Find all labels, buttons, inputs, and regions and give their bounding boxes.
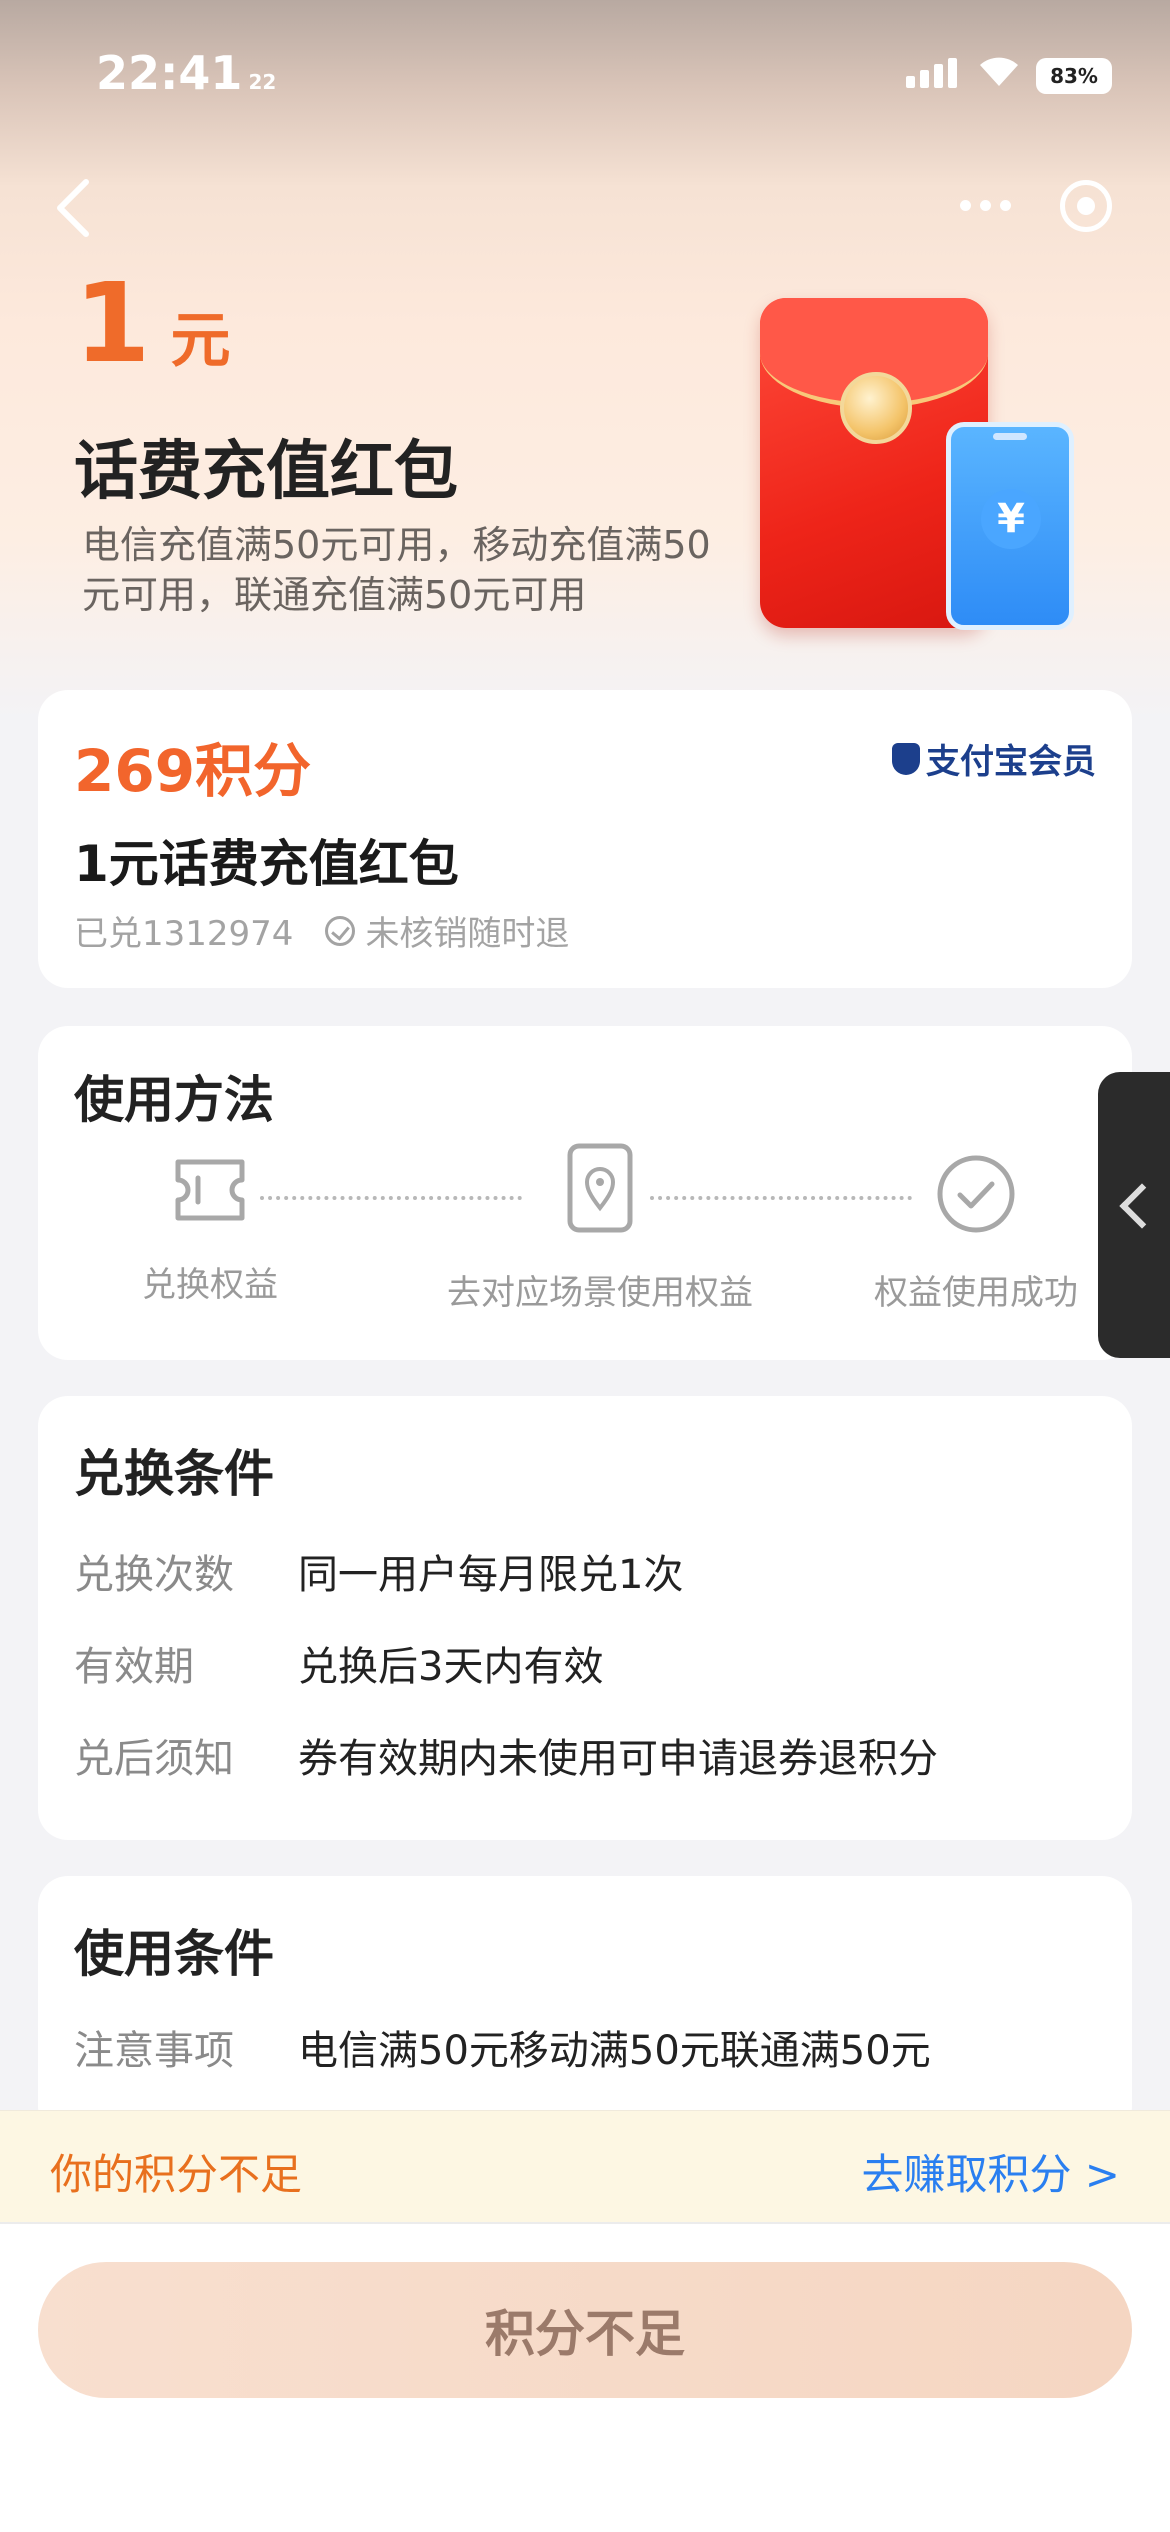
wifi-icon <box>980 57 1018 86</box>
condition-value: 同一用户每月限兑1次 <box>298 1552 684 1598</box>
condition-row: 有效期 兑换后3天内有效 <box>74 1634 603 1692</box>
condition-value: 兑换后3天内有效 <box>298 1644 604 1690</box>
phone-yen-icon: ¥ <box>946 422 1074 630</box>
product-meta: 已兑1312974 未核销随时退 <box>74 906 569 955</box>
hero-description: 电信充值满50元可用，移动充值满50元可用，联通充值满50元可用 <box>82 523 711 617</box>
refund-note-label: 未核销随时退 <box>365 914 570 954</box>
condition-key: 兑换次数 <box>74 1552 234 1598</box>
hero-amount: 1元 <box>74 268 231 379</box>
usage-method-title: 使用方法 <box>74 1071 274 1129</box>
more-icon[interactable] <box>960 190 1020 220</box>
step-use-scene: 去对应场景使用权益 <box>390 1142 810 1314</box>
status-bar: 22:41 22 83% <box>0 0 1170 150</box>
exchange-conditions-card: 兑换条件 兑换次数 同一用户每月限兑1次 有效期 兑换后3天内有效 兑后须知 券… <box>38 1396 1132 1840</box>
refund-note: 未核销随时退 <box>325 906 569 955</box>
insufficient-points-text: 你的积分不足 <box>50 2150 303 2199</box>
condition-row: 注意事项 电信满50元移动满50元联通满50元 <box>74 2018 931 2076</box>
phone-location-icon <box>567 1143 633 1233</box>
condition-value: 电信满50元移动满50元联通满50元 <box>298 2028 931 2074</box>
exchange-conditions-title: 兑换条件 <box>74 1445 274 1503</box>
insufficient-points-bar: 你的积分不足 去赚取积分 > <box>0 2110 1170 2222</box>
condition-key: 注意事项 <box>74 2028 234 2074</box>
condition-row: 兑换次数 同一用户每月限兑1次 <box>74 1542 683 1600</box>
usage-conditions-title: 使用条件 <box>74 1925 274 1983</box>
back-icon[interactable] <box>48 176 104 240</box>
summary-card: 269积分 支付宝会员 1元话费充值红包 已兑1312974 未核销随时退 <box>38 690 1132 988</box>
brand-label: 支付宝会员 <box>926 742 1096 782</box>
redeemed-count: 已兑1312974 <box>74 914 294 954</box>
check-circle-icon <box>937 1155 1015 1233</box>
step-redeem: 兑换权益 <box>80 1154 340 1306</box>
hero-amount-number: 1 <box>74 259 151 387</box>
product-name: 1元话费充值红包 <box>74 835 459 893</box>
signal-icon <box>906 58 957 88</box>
check-circle-icon <box>325 915 356 946</box>
close-target-icon[interactable] <box>1060 180 1112 232</box>
earn-points-link[interactable]: 去赚取积分 > <box>861 2141 1120 2202</box>
step-use-scene-label: 去对应场景使用权益 <box>447 1273 753 1313</box>
status-time: 22:41 22 <box>96 46 277 100</box>
side-drawer-handle[interactable] <box>1098 1072 1170 1358</box>
usage-method-card: 使用方法 兑换权益 去对应场景使用权益 权益使用成功 <box>38 1026 1132 1360</box>
hero-title: 话费充值红包 <box>74 435 458 509</box>
battery-indicator: 83% <box>1036 58 1112 94</box>
ticket-icon <box>175 1159 245 1221</box>
condition-key: 兑后须知 <box>74 1736 234 1782</box>
step-success-label: 权益使用成功 <box>874 1273 1078 1313</box>
brand-badge: 支付宝会员 <box>892 734 1096 783</box>
footer: 积分不足 <box>0 2222 1170 2532</box>
step-success: 权益使用成功 <box>854 1154 1098 1314</box>
redeem-button[interactable]: 积分不足 <box>38 2262 1132 2398</box>
hero-amount-unit: 元 <box>170 306 231 376</box>
condition-row: 兑后须知 券有效期内未使用可申请退券退积分 <box>74 1726 938 1784</box>
condition-key: 有效期 <box>74 1644 194 1690</box>
status-seconds: 22 <box>248 70 277 94</box>
alipay-member-icon <box>892 742 920 775</box>
points-price: 269积分 <box>74 737 312 805</box>
step-redeem-label: 兑换权益 <box>142 1265 278 1305</box>
condition-value: 券有效期内未使用可申请退券退积分 <box>298 1736 938 1782</box>
usage-conditions-card: 使用条件 注意事项 电信满50元移动满50元联通满50元 <box>38 1876 1132 2136</box>
